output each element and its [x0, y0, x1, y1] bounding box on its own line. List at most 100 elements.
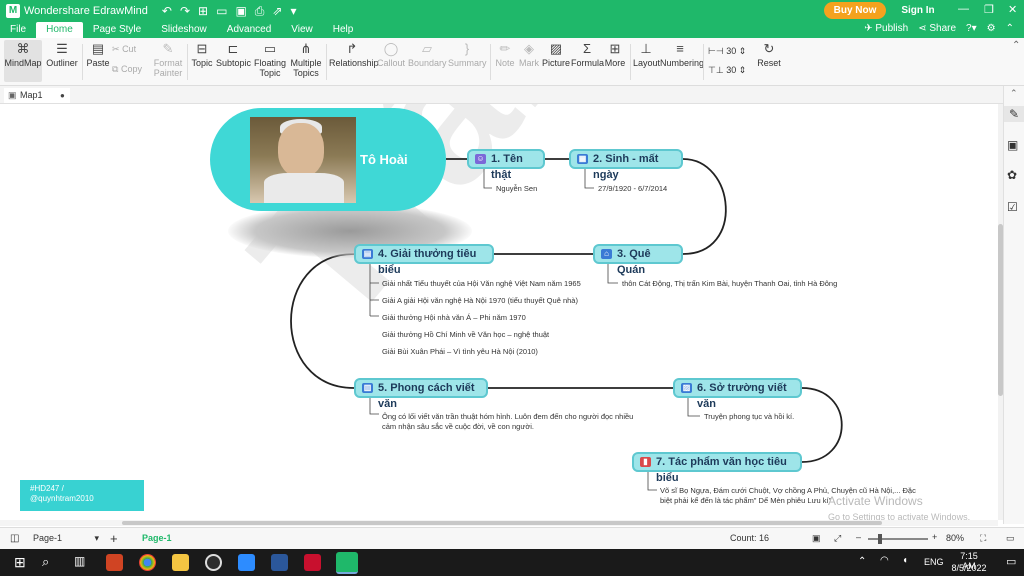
leaf-text[interactable]: Giải A giải Hội văn nghệ Hà Nội 1970 (ti…: [382, 296, 578, 306]
print-icon[interactable]: ⎙: [255, 4, 265, 19]
boundary-button[interactable]: ▱ Boundary: [408, 40, 447, 69]
page-select[interactable]: Page-1 ▾: [33, 533, 99, 543]
topic-4[interactable]: ▤ 4. Giải thưởng tiêu biểu: [354, 244, 494, 276]
picture-button[interactable]: ▨ Picture: [542, 40, 570, 69]
page-tab[interactable]: Page-1: [142, 533, 172, 543]
horizontal-scroll-thumb[interactable]: [122, 521, 882, 525]
close-icon[interactable]: ✕: [1008, 3, 1017, 16]
buy-now-button[interactable]: Buy Now: [824, 2, 886, 19]
zoom-out-icon[interactable]: –: [856, 532, 861, 542]
topic-6[interactable]: ▨ 6. Sở trường viết văn: [673, 378, 802, 410]
panel-collapse-icon[interactable]: ⌃: [1010, 88, 1018, 99]
save-icon[interactable]: ▣: [235, 4, 246, 19]
tray-chevron-icon[interactable]: ⌃: [858, 556, 866, 567]
mark-button[interactable]: ◈ Mark: [518, 40, 540, 69]
file-explorer-icon[interactable]: [172, 554, 189, 571]
floating-topic-button[interactable]: ▭ Floating Topic: [253, 40, 287, 79]
leaf-text[interactable]: Giải Bùi Xuân Phái – Vì tình yêu Hà Nội …: [382, 347, 538, 357]
new-icon[interactable]: ⊞: [198, 4, 208, 19]
app-icon[interactable]: [205, 554, 222, 571]
page-icon[interactable]: ▣: [1007, 138, 1018, 152]
windows-start-icon[interactable]: ⊞: [14, 554, 26, 571]
powerpoint-icon[interactable]: [106, 554, 123, 571]
fullscreen-icon[interactable]: ⛶: [980, 533, 986, 544]
redo-icon[interactable]: ↷: [180, 4, 190, 19]
clock-date[interactable]: 8/5/2022: [951, 563, 987, 573]
callout-button[interactable]: ◯ Callout: [376, 40, 406, 69]
topic-2[interactable]: ▦ 2. Sinh - mất ngày: [569, 149, 683, 181]
add-page-icon[interactable]: +: [110, 531, 118, 546]
reset-button[interactable]: ↻ Reset: [756, 40, 782, 69]
zoom-level[interactable]: 80%: [946, 533, 964, 543]
unsaved-dot-icon[interactable]: ●: [60, 88, 65, 103]
chrome-icon[interactable]: [139, 554, 156, 571]
leaf-text[interactable]: Giải nhất Tiểu thuyết của Hội Văn nghệ V…: [382, 279, 581, 289]
subtopic-button[interactable]: ⊏ Subtopic: [216, 40, 251, 69]
outliner-view-button[interactable]: ☰ Outliner: [46, 40, 78, 69]
export-icon[interactable]: ⇗: [272, 4, 282, 19]
menu-file[interactable]: File: [0, 22, 36, 38]
topic-7[interactable]: ▮ 7. Tác phẩm văn học tiêu biểu: [632, 452, 802, 484]
relationship-button[interactable]: ↱ Relationship: [329, 40, 379, 69]
taskbar-search-icon[interactable]: ⌕: [42, 554, 49, 570]
menu-page-style[interactable]: Page Style: [83, 22, 151, 38]
zoom-app-icon[interactable]: [238, 554, 255, 571]
page-layout-icon[interactable]: ◫: [10, 533, 19, 544]
edrawmind-taskbar-icon[interactable]: [336, 552, 358, 574]
presentation-icon[interactable]: ▭: [1006, 533, 1015, 544]
document-tab[interactable]: ▣ Map1 ●: [4, 88, 70, 103]
menu-help[interactable]: Help: [323, 22, 364, 38]
vertical-spacing-input[interactable]: ⊤⊥ 30 ⇕: [708, 65, 752, 75]
minimize-icon[interactable]: —: [958, 3, 969, 15]
leaf-text[interactable]: 27/9/1920 - 6/7/2014: [598, 184, 667, 194]
topic-3[interactable]: ⌂ 3. Quê Quán: [593, 244, 683, 276]
fit-width-icon[interactable]: ⤢: [834, 533, 841, 544]
sign-in-button[interactable]: Sign In: [893, 2, 943, 19]
horizontal-spacing-input[interactable]: ⊢⊣ 30 ⇕: [708, 46, 752, 56]
leaf-text[interactable]: Nguyễn Sen: [496, 184, 537, 194]
format-painter-button[interactable]: ✎ Format Painter: [152, 40, 184, 79]
menu-advanced[interactable]: Advanced: [217, 22, 281, 38]
zoom-slider[interactable]: [868, 534, 928, 544]
stepper-icon[interactable]: ⇕: [739, 65, 747, 75]
formula-button[interactable]: Σ Formula: [571, 40, 604, 69]
menu-slideshow[interactable]: Slideshow: [151, 22, 217, 38]
menu-home[interactable]: Home: [36, 22, 83, 38]
more-button[interactable]: ⊞ More: [604, 40, 626, 69]
help-icon[interactable]: ?▾: [966, 23, 977, 34]
copy-button[interactable]: ⧉ Copy: [112, 64, 148, 74]
settings-icon[interactable]: ⚙: [987, 23, 996, 34]
restore-icon[interactable]: ❐: [984, 3, 994, 16]
menu-view[interactable]: View: [281, 22, 323, 38]
topic-1[interactable]: ☺ 1. Tên thật: [467, 149, 545, 181]
share-button[interactable]: ⋖ Share: [918, 23, 956, 34]
theme-icon[interactable]: ✿: [1007, 168, 1017, 182]
mindmap-canvas[interactable]: Trâm Tô Hoài ☺1. Tên thật Nguyễn Sen: [0, 104, 998, 520]
network-icon[interactable]: ◠: [880, 555, 889, 566]
mindmap-view-button[interactable]: ⌘ MindMap: [4, 40, 42, 82]
leaf-text[interactable]: thôn Cát Động, Thị trấn Kim Bài, huyện T…: [622, 279, 837, 289]
horizontal-scrollbar[interactable]: [0, 520, 998, 526]
open-icon[interactable]: ▭: [216, 4, 227, 19]
note-button[interactable]: ✏ Note: [493, 40, 517, 69]
multiple-topics-button[interactable]: ⋔ Multiple Topics: [289, 40, 323, 79]
numbering-button[interactable]: ≡ Numbering: [660, 40, 704, 69]
notification-icon[interactable]: ▭: [1006, 555, 1016, 568]
topic-button[interactable]: ⊟ Topic: [190, 40, 214, 69]
cut-button[interactable]: ✂ Cut: [112, 44, 144, 54]
publish-button[interactable]: ✈ Publish: [864, 23, 908, 34]
antivirus-icon[interactable]: [304, 554, 321, 571]
leaf-text[interactable]: Ông có lối viết văn trần thuật hóm hỉnh.…: [382, 412, 644, 432]
zoom-in-icon[interactable]: +: [932, 532, 937, 542]
task-icon[interactable]: ☑: [1007, 200, 1018, 214]
undo-icon[interactable]: ↶: [162, 4, 172, 19]
layout-button[interactable]: ⊥ Layout: [633, 40, 660, 69]
stepper-icon[interactable]: ⇕: [739, 46, 747, 56]
collapse-icon[interactable]: ⌃: [1006, 23, 1014, 34]
volume-icon[interactable]: ◖: [902, 555, 908, 566]
hashtag-floating-topic[interactable]: #HD247 / @quynhtram2010: [20, 480, 144, 511]
paste-button[interactable]: ▤ Paste: [86, 40, 110, 69]
task-view-icon[interactable]: ▥: [74, 554, 85, 568]
summary-button[interactable]: } Summary: [448, 40, 487, 69]
customize-icon[interactable]: ▾: [290, 4, 296, 19]
